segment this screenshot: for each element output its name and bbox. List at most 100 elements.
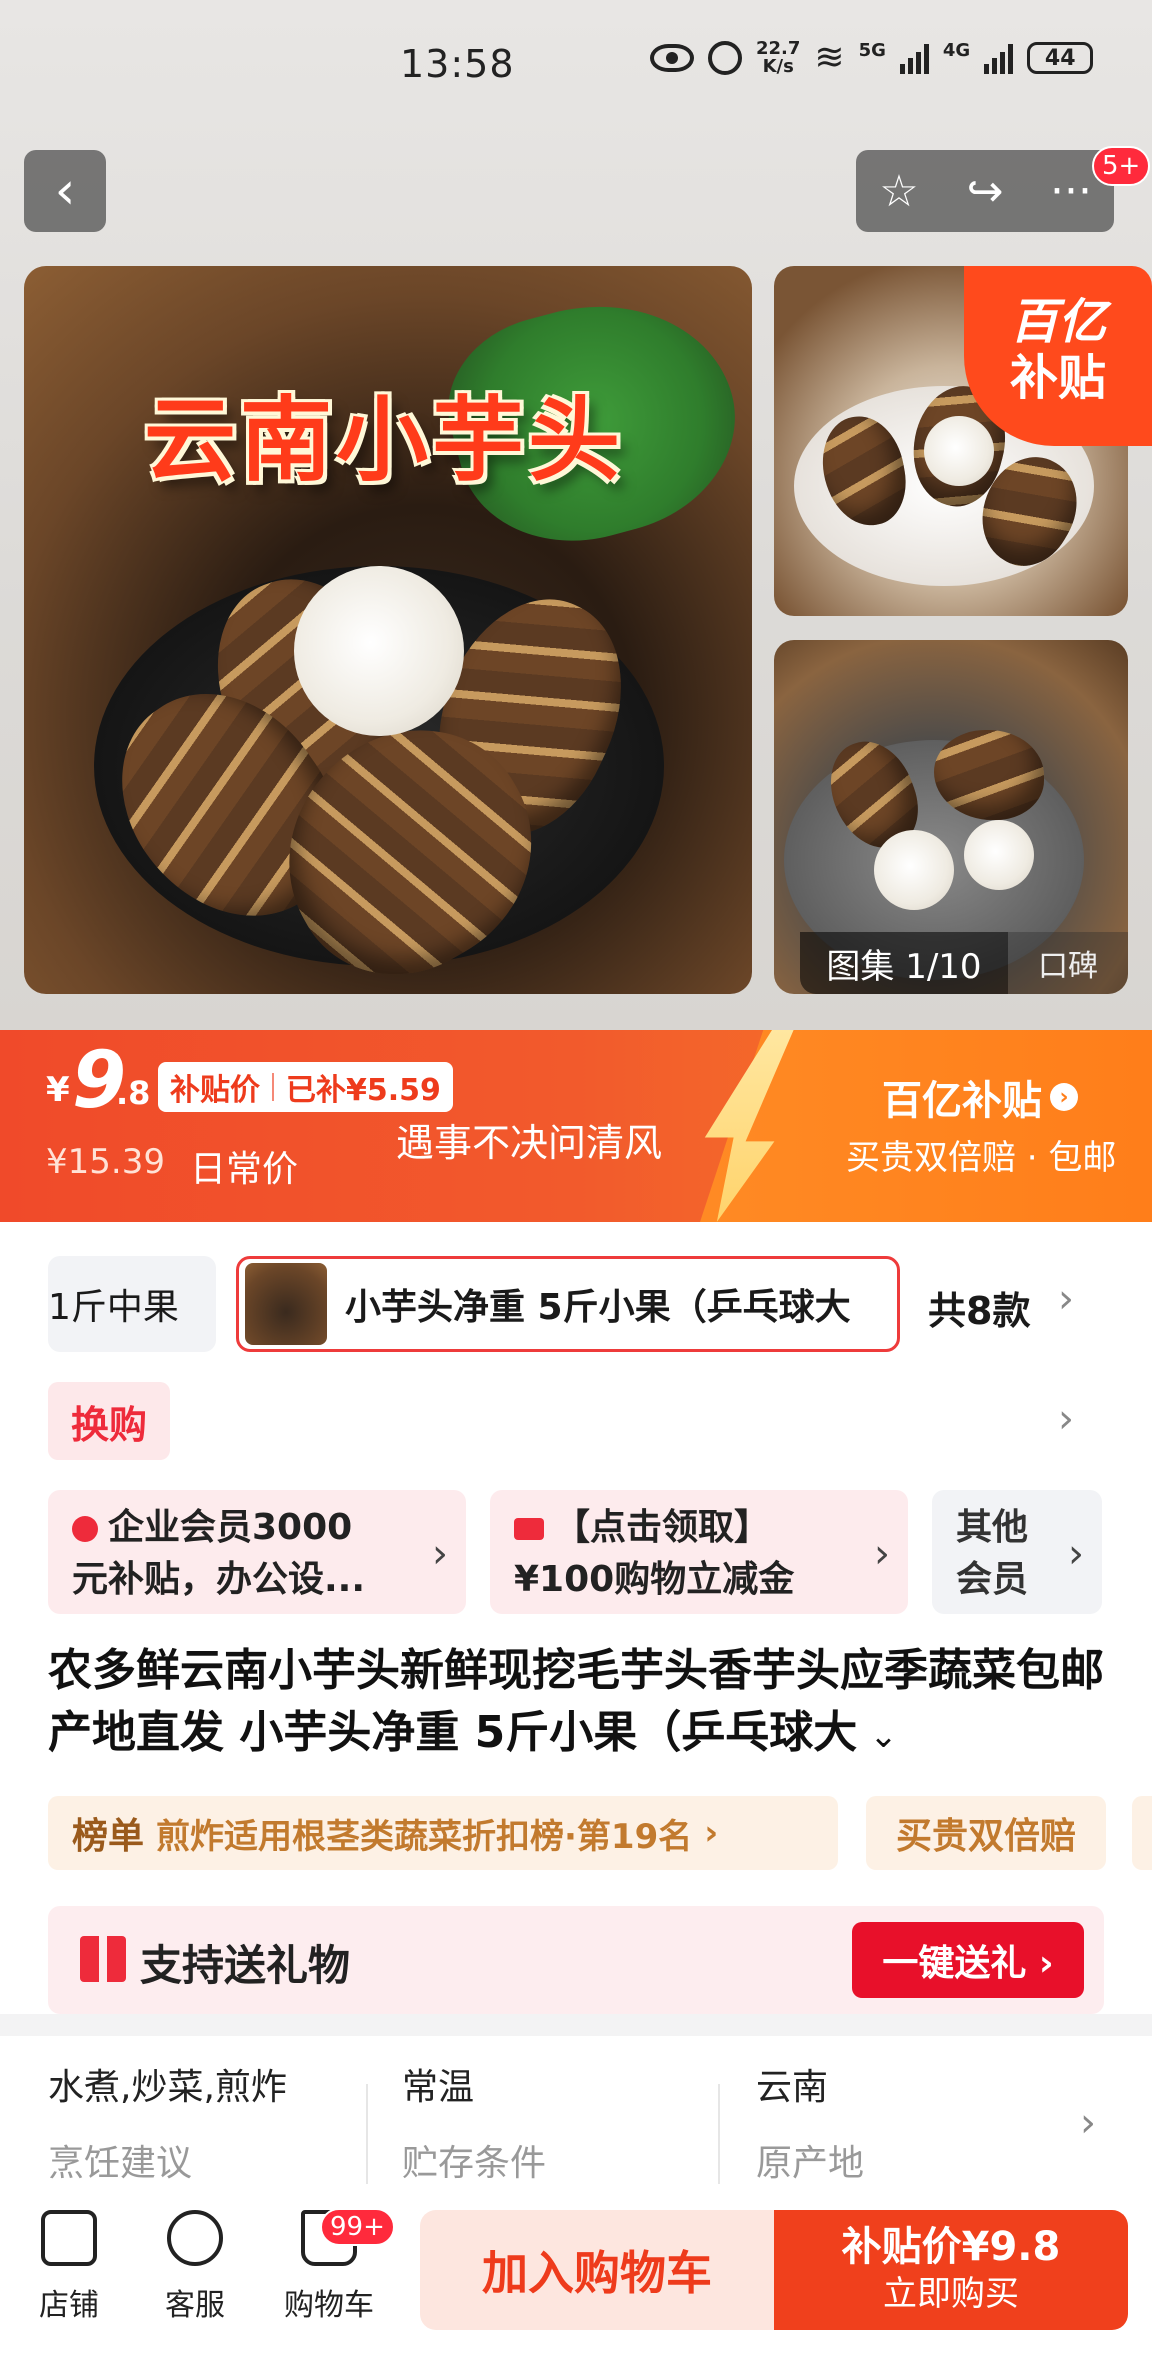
product-detail-page: 13:58 22.7 K/s ≋ 5G 4G 44 ‹ ☆ ↪ ··· 5+ 云… (0, 0, 1152, 2376)
sku-thumbnail (245, 1263, 327, 1345)
image-title: 云南小芋头 (144, 387, 625, 494)
spec-key: 原产地 (756, 2143, 865, 2184)
subsidy-corner-line1: 百亿 (1009, 294, 1106, 350)
ranking-text: 煎炸适用根茎类蔬菜折扣榜·第19名 (156, 1816, 693, 1857)
gift-label: 支持送礼物 (140, 1941, 351, 1990)
add-to-cart-button[interactable]: 加入购物车 (420, 2210, 774, 2330)
chevron-right-icon: › (704, 1813, 719, 1853)
chevron-right-icon[interactable]: › (1080, 2100, 1096, 2146)
card-icon (514, 1518, 544, 1540)
gallery-counter[interactable]: 图集 1/10 (800, 932, 1008, 994)
spec-item: 水煮,炒菜,煎炸 烹饪建议 (48, 2058, 348, 2186)
taro-cut-shape (924, 416, 994, 486)
spec-key: 贮存条件 (402, 2143, 547, 2184)
coupon-enterprise[interactable]: 企业会员3000 元补贴，办公设... › (48, 1490, 466, 1614)
reviews-tab[interactable]: 口碑 (1008, 932, 1128, 994)
sku-selector: 1斤中果 小芋头净重 5斤小果（乒乓球大 共8款 › (48, 1256, 1148, 1352)
price-currency: ¥ (46, 1070, 70, 1110)
spec-value: 常温 (402, 2067, 475, 2108)
cart-badge: 99+ (320, 2208, 395, 2246)
chevron-down-icon[interactable]: ⌄ (869, 1716, 898, 1756)
sku-option[interactable]: 1斤中果 (48, 1256, 216, 1352)
subsidy-corner-badge: 百亿 补贴 (964, 266, 1152, 446)
subsidy-program-title-text: 百亿补贴 (882, 1078, 1042, 1124)
status-time: 13:58 (400, 42, 515, 86)
spec-item: 常温 贮存条件 (402, 2058, 702, 2186)
swap-purchase-tag[interactable]: 换购 (48, 1382, 170, 1460)
shop-icon (41, 2210, 97, 2266)
smiley-icon (167, 2210, 223, 2266)
notification-badge: 5+ (1092, 146, 1151, 186)
back-button[interactable]: ‹ (24, 150, 106, 232)
sku-option-selected[interactable]: 小芋头净重 5斤小果（乒乓球大 (236, 1256, 900, 1352)
spec-key: 烹饪建议 (48, 2143, 193, 2184)
price-slogan: 遇事不决问清风 (396, 1121, 663, 1165)
share-icon[interactable]: ↪ (945, 166, 1025, 217)
chevron-right-icon[interactable]: › (1058, 1396, 1074, 1442)
cart-label: 购物车 (284, 2288, 374, 2323)
buy-now-label: 立即购买 (883, 2274, 1019, 2314)
coupon-other-members[interactable]: 其他 会员 › (932, 1490, 1102, 1614)
eye-icon (650, 44, 694, 72)
shop-button[interactable]: 店铺 (14, 2210, 124, 2324)
favorite-icon[interactable]: ☆ (859, 166, 939, 217)
taro-cut-shape (294, 566, 464, 736)
double-compensation-badge[interactable]: 买贵双倍赔 (866, 1796, 1106, 1870)
product-title-text: 农多鲜云南小芋头新鲜现挖毛芋头香芋头应季蔬菜包邮产地直发 小芋头净重 5斤小果（… (48, 1645, 1104, 1758)
network-speed-unit: K/s (762, 56, 794, 77)
customer-service-button[interactable]: 客服 (140, 2210, 250, 2324)
original-price-label: 日常价 (190, 1149, 299, 1190)
coupon-line1: 企业会员3000 (108, 1507, 353, 1548)
chevron-right-icon: › (874, 1531, 890, 1577)
chevron-right-icon[interactable]: › (1058, 1276, 1074, 1322)
coupon-line2: ¥100购物立减金 (514, 1559, 795, 1600)
overflow-badge (1132, 1796, 1152, 1870)
status-bar: 13:58 22.7 K/s ≋ 5G 4G 44 (0, 0, 1152, 130)
network-speed: 22.7 K/s (756, 40, 800, 76)
original-price: ¥15.39 (46, 1142, 165, 1182)
chevron-right-icon: › (1068, 1531, 1084, 1577)
signal-1-icon (899, 42, 929, 74)
coupon-line2: 元补贴，办公设... (72, 1559, 366, 1600)
ranking-badge[interactable]: 榜单 煎炸适用根茎类蔬菜折扣榜·第19名 › (48, 1796, 838, 1870)
chevron-right-circle-icon: › (1050, 1083, 1078, 1111)
person-icon (72, 1516, 98, 1542)
coupon-voucher[interactable]: 【点击领取】 ¥100购物立减金 › (490, 1490, 908, 1614)
spec-value: 云南 (756, 2067, 829, 2108)
sku-option-label: 小芋头净重 5斤小果（乒乓球大 (345, 1287, 851, 1328)
product-title[interactable]: 农多鲜云南小芋头新鲜现挖毛芋头香芋头应季蔬菜包邮产地直发 小芋头净重 5斤小果（… (48, 1640, 1118, 1767)
subsidy-price-tag: 补贴价 已补¥5.59 (158, 1062, 453, 1112)
signal-2-icon (984, 42, 1014, 74)
subsidy-corner-line2: 补贴 (1009, 350, 1106, 406)
subsidy-amount: 已补¥5.59 (286, 1073, 441, 1108)
gallery-strip: 图集 1/10 口碑 (800, 932, 1128, 994)
subsidy-price-label: 补贴价 (170, 1073, 260, 1108)
ranking-label: 榜单 (72, 1816, 145, 1857)
main-product-image[interactable]: 云南小芋头 (24, 266, 752, 994)
gift-bar: 支持送礼物 一键送礼 › (48, 1906, 1104, 2014)
back-icon: ‹ (54, 161, 76, 221)
buy-now-button[interactable]: 补贴价¥9.8 立即购买 (774, 2210, 1128, 2330)
coupon-line1: 【点击领取】 (554, 1507, 771, 1548)
buy-now-price: 补贴价¥9.8 (841, 2224, 1061, 2270)
signal-1-label: 5G (858, 40, 886, 61)
spec-value: 水煮,炒菜,煎炸 (48, 2067, 287, 2108)
taro-cut-shape (964, 820, 1034, 890)
chevron-right-icon: › (432, 1531, 448, 1577)
spec-item: 云南 原产地 (756, 2058, 1056, 2186)
alarm-icon (708, 41, 742, 75)
signal-2-label: 4G (942, 40, 971, 61)
sku-count[interactable]: 共8款 (928, 1280, 1030, 1335)
wifi-icon: ≋ (814, 37, 845, 78)
send-gift-button[interactable]: 一键送礼 › (852, 1922, 1084, 1998)
status-icons: 22.7 K/s ≋ 5G 4G 44 (650, 37, 1094, 78)
subsidy-program-subtitle: 买贵双倍赔 · 包邮 (846, 1138, 1117, 1178)
taro-cut-shape (874, 830, 954, 910)
shop-label: 店铺 (39, 2288, 99, 2323)
subsidy-program-title[interactable]: 百亿补贴 › (882, 1068, 1078, 1126)
battery-icon: 44 (1027, 42, 1094, 74)
header-actions: ☆ ↪ ··· (856, 150, 1114, 232)
spec-divider (366, 2084, 368, 2184)
customer-service-label: 客服 (165, 2288, 225, 2323)
gift-icon (80, 1936, 126, 1982)
